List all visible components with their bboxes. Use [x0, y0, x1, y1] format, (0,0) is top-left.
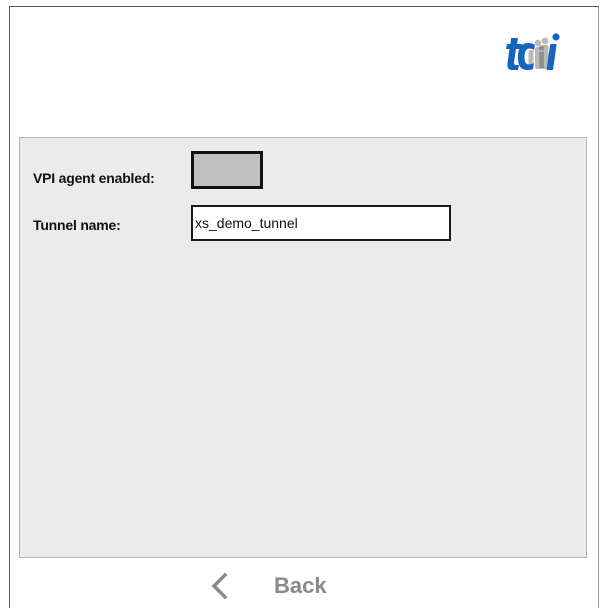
tcm-logo-icon	[506, 33, 560, 70]
back-button[interactable]: Back	[208, 569, 327, 603]
tunnel-name-input[interactable]	[191, 205, 451, 241]
settings-panel	[19, 137, 587, 558]
chevron-left-icon	[211, 572, 228, 600]
tunnel-name-label: Tunnel name:	[33, 217, 121, 233]
vpi-agent-toggle[interactable]	[191, 151, 263, 189]
back-label: Back	[274, 573, 327, 598]
vpi-agent-label: VPI agent enabled:	[33, 170, 155, 186]
